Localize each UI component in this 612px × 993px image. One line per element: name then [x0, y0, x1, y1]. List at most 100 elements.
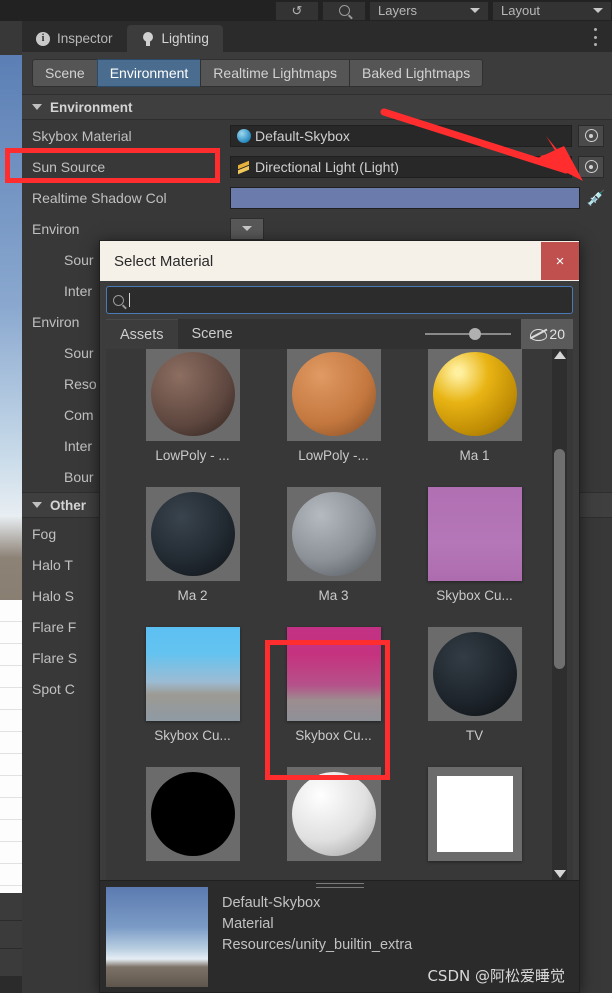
subtab-realtime-lightmaps[interactable]: Realtime Lightmaps [200, 59, 350, 87]
lower-strip [0, 893, 22, 993]
material-item[interactable]: Skybox Cu... [404, 487, 545, 627]
document-strip [0, 600, 22, 893]
material-thumbnail [145, 487, 240, 581]
subtab-baked-lightmaps[interactable]: Baked Lightmaps [349, 59, 484, 87]
label-environ-1: Environ [32, 220, 80, 237]
material-item[interactable]: Ma 1 [404, 349, 545, 487]
material-item[interactable] [404, 767, 545, 880]
dialog-tab-assets-label: Assets [120, 326, 164, 343]
tab-lighting[interactable]: Lighting [126, 25, 223, 52]
grid-scrollbar[interactable] [552, 349, 567, 880]
search-icon [338, 5, 350, 16]
material-thumbnail [286, 627, 381, 721]
material-thumbnail [286, 487, 381, 581]
subtab-environment[interactable]: Environment [96, 59, 201, 87]
preview-details: Default-Skybox Material Resources/unity_… [222, 887, 412, 986]
hidden-items-toggle[interactable]: 20 [521, 319, 573, 349]
material-label: Ma 2 [177, 588, 208, 603]
slider-knob[interactable] [469, 328, 482, 340]
value-sun-source: Directional Light (Light) [255, 158, 399, 175]
search-button[interactable] [322, 0, 366, 21]
layers-label: Layers [378, 3, 418, 18]
material-item[interactable]: Ma 3 [263, 487, 404, 627]
chevron-down-icon [470, 8, 480, 13]
preview-name: Default-Skybox [222, 895, 321, 911]
material-thumbnail [286, 349, 381, 441]
label-realtime-shadow-color: Realtime Shadow Col [32, 189, 167, 206]
subtab-scene-label: Scene [45, 65, 85, 81]
material-label: LowPoly -... [298, 448, 369, 463]
section-other-label: Other [50, 497, 87, 513]
close-icon[interactable]: × [541, 242, 579, 280]
slider-track [425, 328, 512, 340]
tab-lighting-label: Lighting [161, 31, 209, 46]
chevron-down-icon [32, 502, 42, 508]
material-grid-container: LowPoly - ... LowPoly -... Ma 1 Ma 2 Ma … [106, 349, 573, 880]
lighting-subtabs: Scene Environment Realtime Lightmaps Bak… [22, 52, 612, 94]
preview-type: Material [222, 916, 274, 933]
select-material-dialog: Select Material × Assets Scene 20 LowPol… [99, 240, 580, 993]
resize-grip[interactable] [315, 883, 364, 891]
dialog-tab-scene[interactable]: Scene [178, 319, 247, 349]
scroll-up-icon[interactable] [553, 351, 566, 359]
material-thumbnail [427, 487, 522, 581]
material-thumbnail [427, 627, 522, 721]
info-icon: i [36, 31, 50, 46]
material-label: Ma 1 [459, 448, 490, 463]
environ-1-dropdown[interactable] [230, 217, 264, 240]
material-thumbnail [286, 767, 381, 861]
material-item[interactable]: LowPoly -... [263, 349, 404, 487]
material-item[interactable] [263, 767, 404, 880]
chevron-down-icon [32, 104, 42, 110]
material-item[interactable]: LowPoly - ... [122, 349, 263, 487]
dialog-tab-scene-label: Scene [191, 326, 233, 342]
material-preview-panel: Default-Skybox Material Resources/unity_… [100, 880, 579, 992]
history-icon: ↺ [291, 2, 303, 18]
lightbulb-icon [141, 31, 155, 46]
material-item[interactable]: Ma 2 [122, 487, 263, 627]
preview-thumbnail [106, 887, 208, 987]
annotation-arrow [380, 108, 583, 181]
material-item-selected[interactable]: Skybox Cu... [263, 627, 404, 767]
layout-label: Layout [501, 3, 541, 18]
layout-dropdown[interactable]: Layout [492, 0, 612, 21]
history-button[interactable]: ↺ [275, 0, 319, 21]
preview-path: Resources/unity_builtin_extra [222, 937, 413, 954]
chevron-down-icon [593, 8, 603, 13]
value-skybox-material: Default-Skybox [255, 127, 350, 144]
eye-off-icon [529, 328, 548, 341]
panel-tabbar: i Inspector Lighting [22, 21, 612, 52]
material-item[interactable]: Skybox Cu... [122, 627, 263, 767]
sphere-icon [237, 128, 251, 143]
tab-inspector-label: Inspector [57, 31, 113, 46]
search-input[interactable] [106, 286, 573, 314]
search-icon [113, 294, 124, 306]
chevron-down-icon [242, 226, 252, 231]
kebab-dot [593, 35, 597, 39]
section-environment-label: Environment [50, 99, 133, 115]
material-label: Skybox Cu... [436, 588, 513, 603]
material-grid: LowPoly - ... LowPoly -... Ma 1 Ma 2 Ma … [106, 349, 548, 880]
subtab-baked-lightmaps-label: Baked Lightmaps [362, 65, 471, 81]
material-thumbnail [145, 767, 240, 861]
dialog-tabbar: Assets Scene 20 [106, 319, 573, 349]
scrollbar-thumb[interactable] [554, 449, 565, 669]
subtab-scene[interactable]: Scene [32, 59, 97, 87]
material-thumbnail [145, 627, 240, 721]
material-item[interactable]: TV [404, 627, 545, 767]
label-sun-source: Sun Source [32, 158, 106, 175]
material-item[interactable] [122, 767, 263, 880]
thumbnail-size-slider[interactable] [247, 319, 522, 349]
material-label: Skybox Cu... [295, 728, 372, 743]
editor-toolbar: ↺ Layers Layout [0, 0, 612, 21]
layers-dropdown[interactable]: Layers [369, 0, 489, 21]
panel-menu-button[interactable] [588, 28, 602, 46]
scroll-down-icon[interactable] [553, 870, 566, 878]
material-thumbnail [427, 767, 522, 861]
subtab-realtime-lightmaps-label: Realtime Lightmaps [213, 65, 338, 81]
material-thumbnail [145, 349, 240, 441]
material-thumbnail [427, 349, 522, 441]
dialog-tab-assets[interactable]: Assets [106, 319, 178, 349]
dialog-titlebar[interactable]: Select Material × [100, 241, 579, 281]
tab-inspector[interactable]: i Inspector [22, 25, 127, 52]
